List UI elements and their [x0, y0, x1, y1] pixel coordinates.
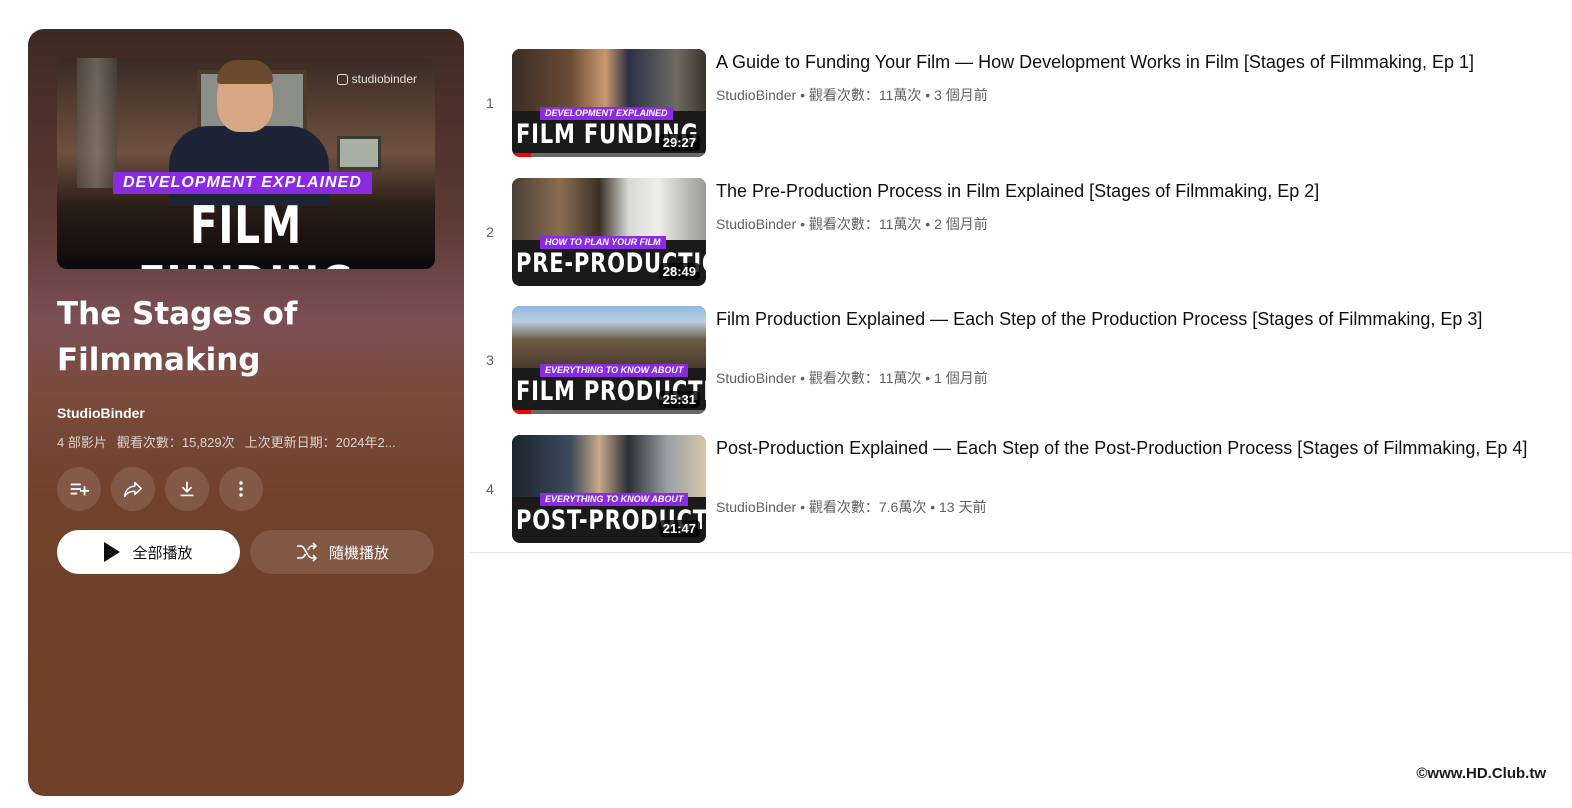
duration-badge: 28:49 — [658, 262, 700, 280]
shuffle-icon — [296, 542, 318, 562]
video-index: 2 — [486, 223, 494, 240]
video-meta: StudioBinder • 觀看次數：11萬次 • 2 個月前 — [716, 215, 988, 232]
duration-badge: 25:31 — [658, 391, 700, 408]
video-thumbnail[interactable]: DEVELOPMENT EXPLAINED FILM FUNDING 29:27 — [512, 49, 706, 157]
video-meta: StudioBinder • 觀看次數：7.6萬次 • 13 天前 — [716, 498, 987, 515]
video-channel[interactable]: StudioBinder — [716, 370, 796, 386]
watch-progress — [512, 410, 532, 414]
video-channel[interactable]: StudioBinder — [716, 87, 796, 103]
video-thumbnail[interactable]: HOW TO PLAN YOUR FILM PRE-PRODUCTION 28:… — [512, 177, 706, 286]
share-icon — [124, 481, 142, 498]
hero-tag: DEVELOPMENT EXPLAINED — [113, 172, 372, 194]
download-icon — [180, 481, 194, 497]
video-title[interactable]: A Guide to Funding Your Film — How Devel… — [716, 49, 1536, 75]
play-all-button[interactable]: 全部播放 — [57, 530, 240, 574]
add-to-queue-button[interactable] — [57, 467, 101, 511]
playlist-video-list: 1 DEVELOPMENT EXPLAINED FILM FUNDING 29:… — [470, 43, 1570, 557]
video-channel[interactable]: StudioBinder — [716, 499, 796, 515]
playlist-channel-link[interactable]: StudioBinder — [57, 405, 145, 421]
playlist-meta: 4 部影片 觀看次數：15,829次 上次更新日期：2024年2... — [57, 432, 433, 451]
studiobinder-logo: studiobinder — [336, 72, 417, 86]
video-meta: StudioBinder • 觀看次數：11萬次 • 1 個月前 — [716, 370, 988, 386]
share-button[interactable] — [111, 467, 155, 511]
video-row[interactable]: 3 EVERYTHING TO KNOW ABOUT FILM PRODUCTI… — [470, 300, 1570, 429]
video-stats: 觀看次數：11萬次 • 1 個月前 — [808, 370, 988, 386]
video-row[interactable]: 1 DEVELOPMENT EXPLAINED FILM FUNDING 29:… — [470, 43, 1570, 172]
video-row[interactable]: 2 HOW TO PLAN YOUR FILM PRE-PRODUCTION 2… — [470, 172, 1570, 301]
list-divider — [470, 552, 1572, 553]
download-button[interactable] — [165, 467, 209, 511]
more-vert-icon — [239, 481, 243, 497]
add-to-queue-icon — [70, 483, 90, 496]
video-index: 1 — [486, 95, 494, 111]
playlist-header-panel: studiobinder DEVELOPMENT EXPLAINED FILM … — [28, 29, 464, 796]
video-title[interactable]: The Pre-Production Process in Film Expla… — [716, 178, 1536, 204]
video-stats: 觀看次數：7.6萬次 • 13 天前 — [808, 498, 987, 515]
play-icon — [104, 542, 121, 562]
video-meta: StudioBinder • 觀看次數：11萬次 • 3 個月前 — [716, 87, 988, 103]
video-stats: 觀看次數：11萬次 • 2 個月前 — [808, 215, 988, 232]
duration-badge: 29:27 — [658, 134, 700, 151]
hero-title: FILM FUNDING — [138, 196, 353, 269]
watch-progress — [512, 153, 532, 157]
playlist-hero-thumbnail[interactable]: studiobinder DEVELOPMENT EXPLAINED FILM … — [57, 58, 435, 269]
playlist-actions — [57, 467, 263, 511]
last-updated: 上次更新日期：2024年2... — [244, 435, 396, 450]
video-stats: 觀看次數：11萬次 • 3 個月前 — [808, 87, 988, 103]
watermark: ©www.HD.Club.tw — [1416, 765, 1546, 782]
video-count: 4 部影片 — [57, 435, 107, 450]
video-index: 4 — [486, 480, 494, 497]
playlist-title: The Stages of Filmmaking — [57, 296, 298, 378]
video-title[interactable]: Film Production Explained — Each Step of… — [716, 306, 1536, 332]
playlist-views: 觀看次數：15,829次 — [116, 435, 235, 450]
video-thumbnail[interactable]: EVERYTHING TO KNOW ABOUT FILM PRODUCTION… — [512, 306, 706, 414]
duration-badge: 21:47 — [658, 519, 700, 537]
video-channel[interactable]: StudioBinder — [716, 216, 796, 232]
shuffle-button[interactable]: 隨機播放 — [250, 530, 434, 574]
video-row[interactable]: 4 EVERYTHING TO KNOW ABOUT POST-PRODUCTI… — [470, 429, 1570, 558]
more-options-button[interactable] — [219, 467, 263, 511]
video-index: 3 — [486, 352, 494, 368]
video-title[interactable]: Post-Production Explained — Each Step of… — [716, 435, 1536, 461]
video-thumbnail[interactable]: EVERYTHING TO KNOW ABOUT POST-PRODUCTION… — [512, 434, 706, 543]
studiobinder-logo-icon — [336, 73, 348, 85]
